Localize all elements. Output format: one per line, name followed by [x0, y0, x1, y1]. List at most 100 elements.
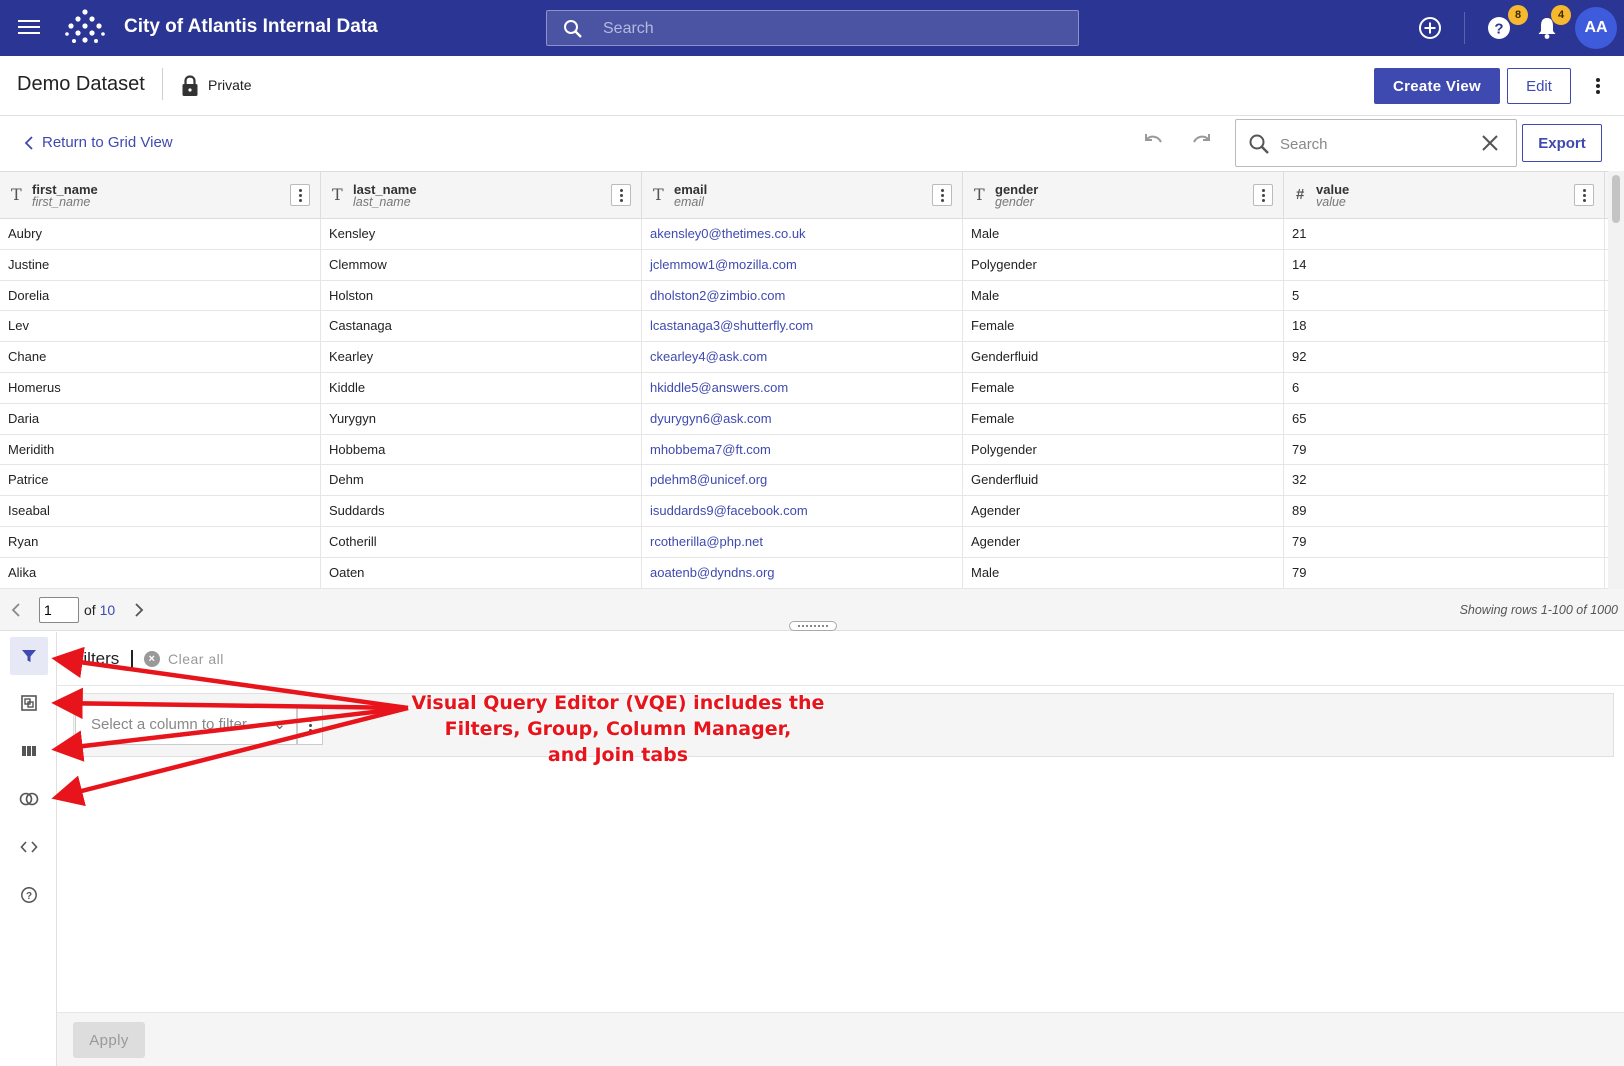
table-cell[interactable]: Male: [963, 557, 1284, 589]
table-cell[interactable]: Clemmow: [321, 249, 642, 281]
table-cell[interactable]: 14: [1284, 249, 1605, 281]
table-cell[interactable]: Kearley: [321, 342, 642, 373]
table-cell[interactable]: isuddards9@facebook.com: [642, 496, 963, 527]
table-cell[interactable]: Holston: [321, 280, 642, 312]
table-cell[interactable]: Aubry: [0, 219, 321, 250]
vqe-tab-help[interactable]: ?: [10, 876, 48, 914]
table-cell[interactable]: Daria: [0, 403, 321, 435]
table-cell[interactable]: Female: [963, 372, 1284, 404]
table-row[interactable]: Lev Castanaga lcastanaga3@shutterfly.com Fe…: [0, 311, 1608, 343]
table-cell[interactable]: 5: [1284, 280, 1605, 312]
table-cell[interactable]: Kiddle: [321, 372, 642, 404]
table-cell[interactable]: 32: [1284, 465, 1605, 497]
table-cell[interactable]: 18: [1284, 311, 1605, 343]
column-menu-icon[interactable]: [932, 184, 952, 206]
table-cell[interactable]: ckearley4@ask.com: [642, 342, 963, 373]
page-number-input[interactable]: [39, 597, 79, 623]
scrollbar-thumb[interactable]: [1612, 175, 1620, 223]
table-row[interactable]: Chane Kearley ckearley4@ask.com Genderfluid…: [0, 342, 1608, 373]
table-cell[interactable]: Suddards: [321, 496, 642, 527]
table-row[interactable]: Patrice Dehm pdehm8@unicef.org Genderfluid 3…: [0, 465, 1608, 497]
table-row[interactable]: Homerus Kiddle hkiddle5@answers.com Female 6: [0, 372, 1608, 404]
return-to-grid-link[interactable]: Return to Grid View: [24, 134, 173, 151]
column-menu-icon[interactable]: [290, 184, 310, 206]
create-view-button[interactable]: Create View: [1374, 68, 1500, 104]
table-row[interactable]: Aubry Kensley akensley0@thetimes.co.uk Male…: [0, 219, 1608, 250]
table-row[interactable]: Alika Oaten aoatenb@dyndns.org Male 79: [0, 557, 1608, 589]
table-cell[interactable]: Agender: [963, 526, 1284, 558]
column-filter-select[interactable]: Select a column to filter ⌄: [75, 705, 297, 745]
table-cell[interactable]: Alika: [0, 557, 321, 589]
vqe-tab-filters[interactable]: [10, 637, 48, 675]
vqe-tab-code[interactable]: [10, 828, 48, 866]
chevron-right-icon[interactable]: [133, 601, 145, 619]
table-row[interactable]: Ryan Cotherill rcotherilla@php.net Agender 7…: [0, 526, 1608, 558]
column-header-last-name[interactable]: Tlast_name last_name: [321, 172, 642, 219]
table-cell[interactable]: Polygender: [963, 249, 1284, 281]
table-cell[interactable]: rcotherilla@php.net: [642, 526, 963, 558]
export-button[interactable]: Export: [1522, 124, 1602, 162]
table-cell[interactable]: Justine: [0, 249, 321, 281]
table-cell[interactable]: Female: [963, 311, 1284, 343]
table-cell[interactable]: Patrice: [0, 465, 321, 497]
table-cell[interactable]: Ryan: [0, 526, 321, 558]
table-cell[interactable]: hkiddle5@answers.com: [642, 372, 963, 404]
column-menu-icon[interactable]: [1253, 184, 1273, 206]
table-cell[interactable]: Male: [963, 219, 1284, 250]
grid-search[interactable]: [1235, 119, 1517, 167]
table-row[interactable]: Dorelia Holston dholston2@zimbio.com Male 5: [0, 280, 1608, 312]
table-cell[interactable]: 79: [1284, 526, 1605, 558]
table-cell[interactable]: Dehm: [321, 465, 642, 497]
vqe-tab-group[interactable]: [10, 684, 48, 722]
table-cell[interactable]: Chane: [0, 342, 321, 373]
table-cell[interactable]: Agender: [963, 496, 1284, 527]
dataset-more-icon[interactable]: [1596, 76, 1600, 96]
table-cell[interactable]: Castanaga: [321, 311, 642, 343]
table-row[interactable]: Iseabal Suddards isuddards9@facebook.com Ag…: [0, 496, 1608, 527]
column-header-value[interactable]: # value value: [1284, 172, 1605, 219]
vqe-tab-join[interactable]: [10, 780, 48, 818]
table-cell[interactable]: 79: [1284, 557, 1605, 589]
vqe-tab-column-manager[interactable]: [10, 732, 48, 770]
table-cell[interactable]: Male: [963, 280, 1284, 312]
table-cell[interactable]: pdehm8@unicef.org: [642, 465, 963, 497]
column-menu-icon[interactable]: [611, 184, 631, 206]
table-cell[interactable]: 6: [1284, 372, 1605, 404]
grid-scrollbar[interactable]: [1608, 171, 1624, 589]
global-search-input[interactable]: [601, 17, 1061, 41]
table-cell[interactable]: Genderfluid: [963, 465, 1284, 497]
table-cell[interactable]: Lev: [0, 311, 321, 343]
chevron-left-icon[interactable]: [10, 601, 22, 619]
table-cell[interactable]: akensley0@thetimes.co.uk: [642, 219, 963, 250]
table-cell[interactable]: Oaten: [321, 557, 642, 589]
redo-icon[interactable]: [1190, 131, 1214, 153]
table-cell[interactable]: dholston2@zimbio.com: [642, 280, 963, 312]
close-icon[interactable]: [1480, 133, 1500, 153]
table-cell[interactable]: Cotherill: [321, 526, 642, 558]
user-avatar[interactable]: AA: [1575, 7, 1617, 49]
table-cell[interactable]: lcastanaga3@shutterfly.com: [642, 311, 963, 343]
clear-all-button[interactable]: × Clear all: [144, 651, 224, 667]
table-cell[interactable]: dyurygyn6@ask.com: [642, 403, 963, 435]
table-cell[interactable]: Yurygyn: [321, 403, 642, 435]
table-cell[interactable]: 89: [1284, 496, 1605, 527]
table-cell[interactable]: Polygender: [963, 434, 1284, 466]
table-cell[interactable]: 65: [1284, 403, 1605, 435]
panel-resize-handle[interactable]: [789, 621, 837, 631]
table-cell[interactable]: Kensley: [321, 219, 642, 250]
column-header-first-name[interactable]: Tfirst_name first_name: [0, 172, 321, 219]
table-cell[interactable]: 79: [1284, 434, 1605, 466]
add-circle-icon[interactable]: [1416, 14, 1444, 42]
column-header-email[interactable]: Temail email: [642, 172, 963, 219]
edit-button[interactable]: Edit: [1507, 68, 1571, 104]
table-cell[interactable]: mhobbema7@ft.com: [642, 434, 963, 466]
apply-button[interactable]: Apply: [73, 1022, 145, 1058]
global-search[interactable]: [546, 10, 1079, 46]
table-cell[interactable]: Iseabal: [0, 496, 321, 527]
grid-search-input[interactable]: [1278, 132, 1458, 156]
table-cell[interactable]: Homerus: [0, 372, 321, 404]
hamburger-menu-icon[interactable]: [18, 16, 40, 40]
table-cell[interactable]: 92: [1284, 342, 1605, 373]
column-menu-icon[interactable]: [1574, 184, 1594, 206]
table-row[interactable]: Justine Clemmow jclemmow1@mozilla.com Polyg…: [0, 249, 1608, 281]
